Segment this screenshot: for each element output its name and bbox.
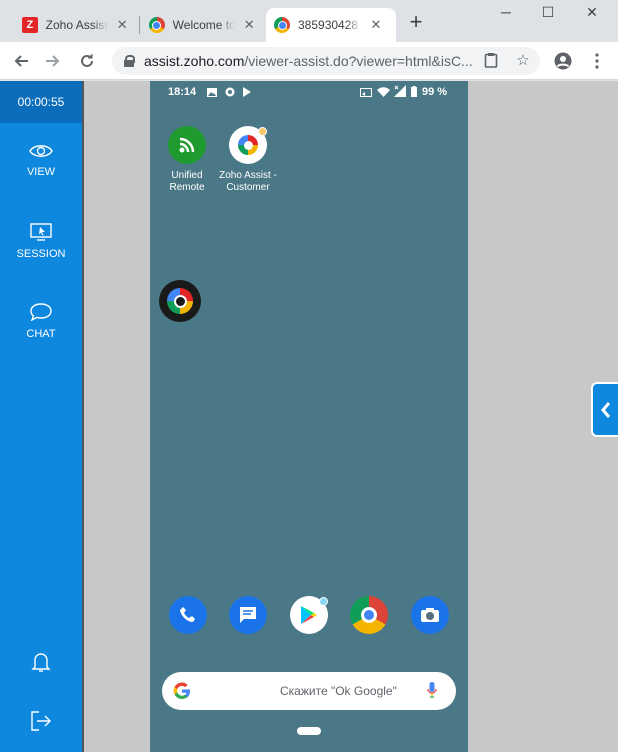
app-label-line: Customer bbox=[226, 182, 270, 193]
camera-app-icon[interactable] bbox=[411, 596, 449, 634]
sidebar-item-label: VIEW bbox=[26, 166, 56, 178]
tab-close-icon[interactable]: ✕ bbox=[114, 17, 130, 33]
messages-app-icon[interactable] bbox=[229, 596, 267, 634]
browser-menu-button[interactable] bbox=[586, 50, 608, 72]
zoho-favicon-icon: Z bbox=[22, 17, 38, 33]
sidebar-item-chat[interactable]: CHAT bbox=[0, 303, 82, 340]
minimize-button[interactable]: ─ bbox=[492, 4, 520, 26]
unified-remote-icon bbox=[168, 126, 206, 164]
google-search-bar[interactable]: Скажите "Ok Google" bbox=[162, 672, 456, 710]
back-button[interactable] bbox=[10, 50, 32, 72]
browser-toolbar: assist.zoho.com/viewer-assist.do?viewer=… bbox=[0, 42, 618, 80]
app-label-line: Zoho Assist - bbox=[219, 170, 277, 181]
reload-button[interactable] bbox=[76, 50, 98, 72]
play-store-icon[interactable] bbox=[290, 596, 328, 634]
wifi-icon bbox=[377, 87, 390, 97]
signal-icon bbox=[394, 85, 406, 97]
bookmark-star-icon[interactable]: ☆ bbox=[514, 52, 532, 70]
tab-title: Zoho Assist bbox=[45, 18, 108, 32]
battery-icon bbox=[411, 86, 417, 97]
assist-bubble-icon bbox=[167, 288, 193, 314]
tab-zoho-assist[interactable]: Z Zoho Assist ✕ bbox=[14, 8, 138, 42]
forward-arrow-icon bbox=[46, 55, 60, 67]
chrome-favicon-icon bbox=[274, 17, 290, 33]
bell-icon bbox=[31, 653, 51, 672]
play-notification-icon bbox=[243, 87, 251, 97]
new-tab-button[interactable]: + bbox=[405, 11, 427, 34]
status-time: 18:14 bbox=[168, 86, 197, 98]
tab-separator bbox=[139, 16, 140, 34]
clipboard-icon-glyph bbox=[484, 53, 498, 68]
battery-percent: 99 % bbox=[422, 86, 448, 98]
app-label-line: Remote bbox=[169, 182, 205, 193]
cast-icon bbox=[360, 88, 372, 97]
url-host: assist.zoho.com bbox=[144, 53, 245, 69]
maximize-button[interactable]: ☐ bbox=[534, 4, 562, 26]
account-circle-icon bbox=[554, 52, 572, 70]
tab-close-icon[interactable]: ✕ bbox=[241, 17, 257, 33]
tab-title: 385930428 bbox=[298, 18, 359, 32]
panel-toggle-button[interactable] bbox=[591, 382, 618, 437]
app-label-line: Unified bbox=[171, 170, 203, 181]
gallery-notification-icon bbox=[207, 88, 217, 97]
tab-close-icon[interactable]: ✕ bbox=[368, 17, 384, 33]
remote-phone-screen[interactable]: 18:14 99 % Unified Remote Zoho Assist - … bbox=[150, 81, 468, 752]
microphone-icon[interactable] bbox=[427, 682, 437, 699]
zoho-assist-app-icon bbox=[229, 126, 267, 164]
assist-sidebar: 00:00:55 VIEW SESSION CHAT bbox=[0, 81, 82, 752]
monitor-cursor-icon bbox=[30, 223, 52, 241]
notifications-button[interactable] bbox=[0, 651, 82, 680]
forward-button[interactable] bbox=[42, 50, 64, 72]
close-window-button[interactable]: ✕ bbox=[578, 4, 606, 26]
sidebar-item-session[interactable]: SESSION bbox=[0, 223, 82, 260]
sidebar-item-label: SESSION bbox=[16, 248, 66, 260]
url-text[interactable]: assist.zoho.com/viewer-assist.do?viewer=… bbox=[144, 53, 474, 69]
phone-app-icon[interactable] bbox=[169, 596, 207, 634]
sidebar-item-view[interactable]: VIEW bbox=[0, 143, 82, 178]
search-placeholder: Скажите "Ok Google" bbox=[280, 684, 397, 698]
eye-icon bbox=[29, 145, 53, 157]
end-session-button[interactable] bbox=[0, 711, 82, 738]
clipboard-icon[interactable] bbox=[482, 52, 500, 70]
profile-avatar[interactable] bbox=[552, 50, 574, 72]
assist-floating-bubble[interactable] bbox=[159, 280, 201, 322]
google-g-icon bbox=[173, 682, 190, 699]
reload-icon bbox=[81, 54, 93, 67]
kebab-menu-icon bbox=[595, 53, 599, 69]
sidebar-item-label: CHAT bbox=[26, 328, 56, 340]
lock-icon bbox=[124, 55, 135, 67]
browser-titlebar: Z Zoho Assist ✕ Welcome to ✕ 385930428 ✕… bbox=[0, 0, 618, 42]
chat-bubble-icon bbox=[30, 303, 52, 321]
android-home-handle[interactable] bbox=[297, 727, 321, 735]
back-arrow-icon bbox=[14, 55, 28, 67]
chrome-app-icon[interactable] bbox=[350, 596, 388, 634]
exit-icon bbox=[31, 711, 51, 731]
session-timer: 00:00:55 bbox=[0, 81, 82, 123]
zoho-notification-icon bbox=[225, 87, 235, 97]
tab-title: Welcome to bbox=[172, 18, 236, 32]
app-zoho-assist-customer[interactable]: Zoho Assist - Customer bbox=[216, 126, 280, 194]
chevron-left-icon bbox=[600, 401, 610, 418]
chrome-favicon-icon bbox=[149, 17, 165, 33]
android-status-bar: 18:14 99 % bbox=[150, 81, 468, 105]
url-path: /viewer-assist.do?viewer=html&isC... bbox=[244, 53, 473, 69]
address-bar[interactable]: assist.zoho.com/viewer-assist.do?viewer=… bbox=[112, 47, 540, 75]
tab-welcome[interactable]: Welcome to ✕ bbox=[141, 8, 265, 42]
tab-active-session[interactable]: 385930428 ✕ bbox=[266, 8, 396, 42]
app-unified-remote[interactable]: Unified Remote bbox=[155, 126, 219, 194]
